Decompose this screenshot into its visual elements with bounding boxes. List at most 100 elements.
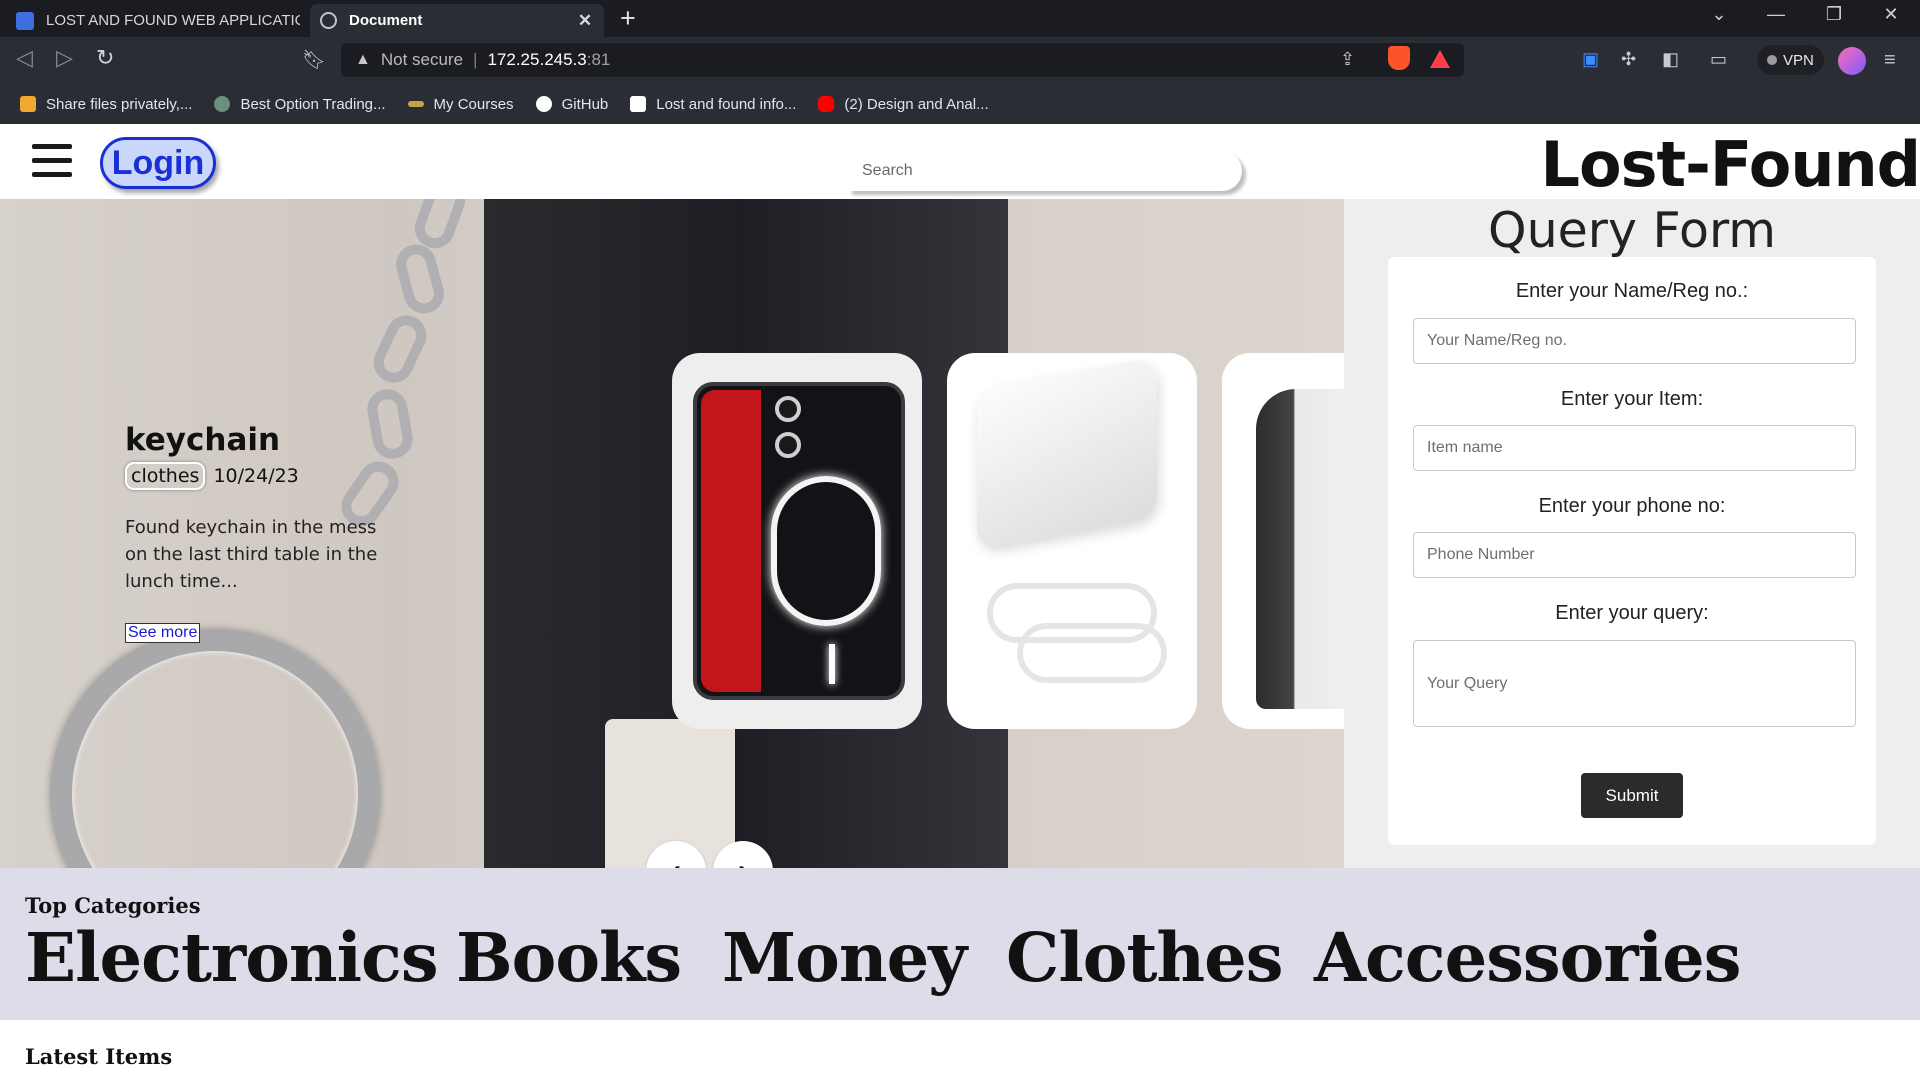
youtube-icon	[818, 96, 835, 112]
see-more-link[interactable]: See more	[125, 623, 201, 643]
item-card-charger[interactable]	[947, 353, 1197, 729]
tab-search-chevron-icon[interactable]: ⌄	[1705, 4, 1733, 25]
query-textarea[interactable]	[1413, 640, 1856, 727]
restore-icon[interactable]: ❐	[1820, 4, 1848, 25]
not-secure-label: Not secure	[380, 50, 464, 69]
address-bar[interactable]: ▲ Not secure | 172.25.245.3 :81	[341, 43, 1464, 77]
keychain-link	[391, 240, 449, 318]
item-label: Enter your Item:	[1560, 388, 1704, 410]
site-header: Login Lost-Found	[0, 124, 1920, 201]
bookmark-design-analysis[interactable]: (2) Design and Anal...	[818, 95, 989, 113]
bag-image	[1256, 389, 1344, 709]
item-date: 10/24/23	[213, 465, 299, 487]
vpn-status-icon	[1767, 55, 1777, 65]
tab-document[interactable]: Document ✕	[310, 4, 604, 37]
menu-icon[interactable]: ≡	[1884, 49, 1896, 72]
phone-label: Enter your phone no:	[1538, 495, 1726, 517]
query-form-title: Query Form	[1488, 202, 1776, 259]
item-meta: clothes 10/24/23	[125, 462, 299, 490]
globe-icon	[214, 96, 231, 112]
bookmark-share-files[interactable]: Share files privately,...	[20, 96, 192, 113]
phone-glyph-light	[771, 476, 881, 626]
menu-line	[32, 172, 72, 177]
bookmarks-bar: Share files privately,... Best Option Tr…	[0, 84, 1920, 124]
browser-toolbar: ◁ ▷ ↻ 🔖︎ ▲ Not secure | 172.25.245.3 :81…	[0, 37, 1920, 84]
back-icon[interactable]: ◁	[16, 45, 33, 71]
item-input[interactable]	[1413, 425, 1856, 471]
url-host: 172.25.245.3	[487, 50, 587, 69]
new-tab-button[interactable]: +	[620, 3, 636, 34]
bookmark-my-courses[interactable]: My Courses	[407, 95, 514, 113]
share-icon[interactable]: ⇪	[1340, 49, 1355, 70]
web-page: Login Lost-Found keychain clothes 10/24/…	[0, 124, 1920, 1080]
bookmark-icon[interactable]: 🔖︎	[302, 48, 326, 72]
github-icon	[535, 96, 552, 112]
doc-icon	[630, 96, 647, 112]
window-close-icon[interactable]: ✕	[1877, 4, 1905, 25]
bookmark-option-trading[interactable]: Best Option Trading...	[214, 95, 386, 113]
submit-button[interactable]: Submit	[1581, 773, 1683, 818]
wallet-icon[interactable]: ▭	[1710, 49, 1727, 70]
top-categories: Top Categories Electronics Books Money C…	[0, 868, 1920, 1020]
bookmark-label: My Courses	[433, 95, 514, 113]
reload-icon[interactable]: ↻	[96, 45, 114, 71]
category-accessories[interactable]: Accessories	[1314, 918, 1741, 997]
tab-lost-and-found[interactable]: LOST AND FOUND WEB APPLICATION	[6, 4, 310, 37]
item-card-phone[interactable]	[672, 353, 922, 729]
camera-lens	[775, 432, 801, 458]
browser-tab-strip: LOST AND FOUND WEB APPLICATION Document …	[0, 0, 1920, 37]
bookmark-lost-found-info[interactable]: Lost and found info...	[630, 96, 796, 113]
brave-shields-icon[interactable]	[1388, 46, 1410, 70]
url-port: :81	[586, 50, 611, 69]
profile-avatar[interactable]	[1838, 47, 1866, 75]
bookmark-label: (2) Design and Anal...	[844, 95, 989, 113]
category-money[interactable]: Money	[722, 918, 967, 997]
category-tag[interactable]: clothes	[125, 462, 206, 490]
url-divider: |	[473, 50, 478, 69]
charger-image	[977, 357, 1157, 549]
menu-line	[32, 144, 72, 149]
minimize-icon[interactable]: —	[1762, 4, 1790, 25]
latest-items-title: Latest Items	[25, 1044, 173, 1069]
tab-title: Document	[349, 12, 423, 29]
vpn-label: VPN	[1783, 51, 1814, 69]
extensions-puzzle-icon[interactable]: ✣	[1621, 49, 1636, 70]
category-books[interactable]: Books	[456, 918, 682, 997]
tab-title: LOST AND FOUND WEB APPLICATION	[46, 12, 300, 29]
close-tab-icon[interactable]: ✕	[576, 11, 594, 31]
category-clothes[interactable]: Clothes	[1006, 918, 1283, 997]
phone-input[interactable]	[1413, 532, 1856, 578]
bookmark-label: Best Option Trading...	[240, 95, 386, 113]
phone-red-side	[701, 390, 761, 692]
camera-lens	[775, 396, 801, 422]
warning-icon: ▲	[355, 51, 371, 68]
bookmark-label: GitHub	[561, 95, 609, 113]
item-card-bag[interactable]	[1222, 353, 1344, 729]
login-button[interactable]: Login	[100, 137, 216, 189]
keyring-image	[50, 629, 380, 868]
keychain-link	[364, 386, 416, 462]
docs-icon	[16, 11, 34, 30]
site-brand: Lost-Found	[1540, 128, 1920, 201]
bookmark-github[interactable]: GitHub	[535, 95, 609, 113]
category-electronics[interactable]: Electronics	[25, 918, 439, 997]
phone-glyph-bar	[829, 644, 835, 684]
name-input[interactable]	[1413, 318, 1856, 364]
globe-icon	[320, 12, 337, 29]
hero-slider: keychain clothes 10/24/23 Found keychain…	[0, 199, 1344, 868]
search-input[interactable]	[848, 151, 1242, 191]
menu-line	[32, 158, 72, 163]
hamburger-menu-icon[interactable]	[32, 144, 72, 180]
vpn-button[interactable]: VPN	[1757, 45, 1824, 75]
name-label: Enter your Name/Reg no.:	[1515, 280, 1749, 302]
cable-image	[1017, 623, 1167, 683]
extension-blue-icon[interactable]: ▣	[1582, 49, 1599, 70]
brave-rewards-icon[interactable]	[1430, 50, 1450, 68]
forward-icon[interactable]: ▷	[56, 45, 73, 71]
query-label: Enter your query:	[1555, 602, 1709, 624]
bookmark-label: Lost and found info...	[656, 95, 797, 113]
sidebar-icon[interactable]: ◧	[1662, 49, 1679, 70]
item-title: keychain	[125, 422, 281, 458]
phone-image	[693, 382, 905, 700]
courses-icon	[407, 101, 424, 107]
